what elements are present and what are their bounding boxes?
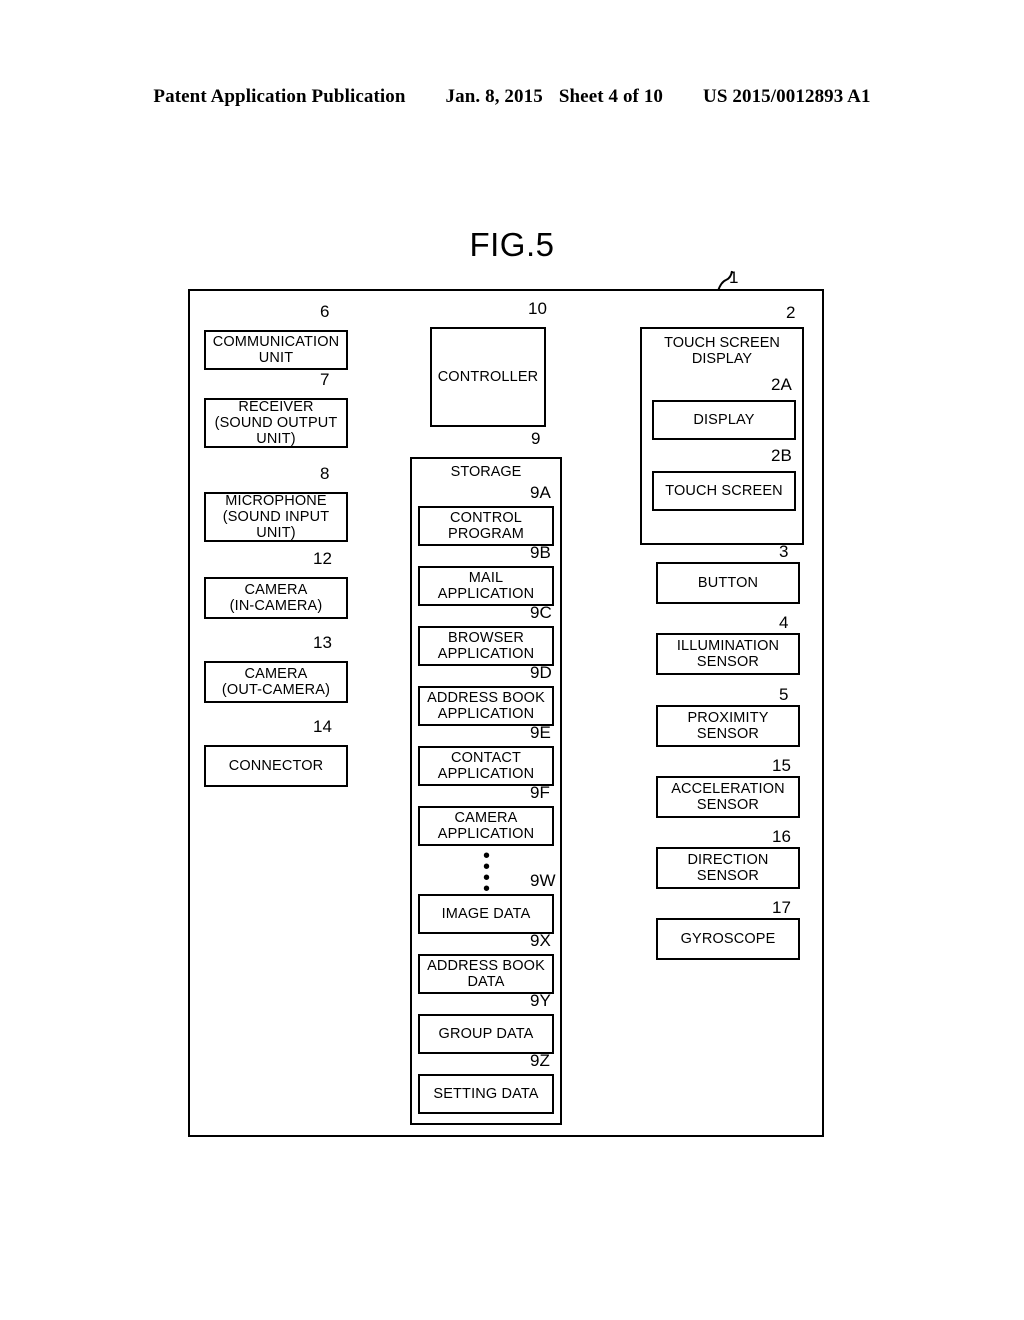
block-illumination-sensor: ILLUMINATION SENSOR xyxy=(656,633,800,675)
block-proximity-sensor: PROXIMITY SENSOR xyxy=(656,705,800,747)
block-label: BROWSER APPLICATION xyxy=(437,629,535,662)
ref-numeral-9x: 9X xyxy=(530,931,551,950)
block-direction-sensor: DIRECTION SENSOR xyxy=(656,847,800,889)
ref-numeral-15: 15 xyxy=(772,756,791,775)
ref-numeral-12: 12 xyxy=(313,549,332,568)
ref-numeral-3: 3 xyxy=(779,542,789,561)
ref-numeral-7: 7 xyxy=(320,370,330,389)
ref-numeral-2: 2 xyxy=(786,303,796,322)
ref-numeral-5: 5 xyxy=(779,685,789,704)
block-receiver: RECEIVER (SOUND OUTPUT UNIT) xyxy=(204,398,348,448)
block-label: ACCELERATION SENSOR xyxy=(671,780,785,813)
ref-numeral-9e: 9E xyxy=(530,723,551,742)
block-microphone: MICROPHONE (SOUND INPUT UNIT) xyxy=(204,492,348,542)
block-label: CONNECTOR xyxy=(228,757,324,774)
ref-numeral-2a: 2A xyxy=(771,375,792,394)
ref-numeral-9y: 9Y xyxy=(530,991,551,1010)
block-label: ADDRESS BOOK DATA xyxy=(427,957,545,990)
ref-numeral-9f: 9F xyxy=(530,783,550,802)
touch-screen-display-title: TOUCH SCREEN DISPLAY xyxy=(664,335,780,368)
block-label: IMAGE DATA xyxy=(441,905,531,922)
block-display: DISPLAY xyxy=(652,400,796,440)
block-label: GROUP DATA xyxy=(438,1025,534,1042)
storage-title: STORAGE xyxy=(450,464,522,480)
block-gyroscope: GYROSCOPE xyxy=(656,918,800,960)
block-label: ILLUMINATION SENSOR xyxy=(676,637,780,670)
block-connector: CONNECTOR xyxy=(204,745,348,787)
storage-item-setting-data: SETTING DATA xyxy=(418,1074,554,1114)
block-label: CAMERA (OUT-CAMERA) xyxy=(221,665,331,698)
block-label: GYROSCOPE xyxy=(680,930,776,947)
block-label: BUTTON xyxy=(697,574,759,591)
block-label: CAMERA (IN-CAMERA) xyxy=(229,581,323,614)
ref-numeral-9b: 9B xyxy=(530,543,551,562)
ref-numeral-9w: 9W xyxy=(530,871,556,890)
block-touch-screen: TOUCH SCREEN xyxy=(652,471,796,511)
block-label: COMMUNICATION UNIT xyxy=(212,333,340,366)
storage-item-address-book-application: ADDRESS BOOK APPLICATION xyxy=(418,686,554,726)
storage-item-address-book-data: ADDRESS BOOK DATA xyxy=(418,954,554,994)
ref-numeral-14: 14 xyxy=(313,717,332,736)
storage-item-group-data: GROUP DATA xyxy=(418,1014,554,1054)
block-label: TOUCH SCREEN xyxy=(665,482,783,499)
block-label: ADDRESS BOOK APPLICATION xyxy=(427,689,545,722)
block-acceleration-sensor: ACCELERATION SENSOR xyxy=(656,776,800,818)
storage-item-contact-application: CONTACT APPLICATION xyxy=(418,746,554,786)
block-label: MAIL APPLICATION xyxy=(437,569,535,602)
block-label: CONTROLLER xyxy=(437,368,539,385)
block-label: DISPLAY xyxy=(693,411,755,428)
ref-numeral-device: 1 xyxy=(729,268,739,287)
block-label: PROXIMITY SENSOR xyxy=(687,709,769,742)
ref-numeral-16: 16 xyxy=(772,827,791,846)
block-controller: CONTROLLER xyxy=(430,327,546,427)
ref-numeral-9: 9 xyxy=(531,429,541,448)
block-communication-unit: COMMUNICATION UNIT xyxy=(204,330,348,370)
ref-numeral-9a: 9A xyxy=(530,483,551,502)
block-label: RECEIVER (SOUND OUTPUT UNIT) xyxy=(214,398,338,448)
block-label: CONTACT APPLICATION xyxy=(437,749,535,782)
storage-ellipsis: • • • • xyxy=(483,845,491,900)
block-label: MICROPHONE (SOUND INPUT UNIT) xyxy=(222,492,330,542)
storage-item-image-data: IMAGE DATA xyxy=(418,894,554,934)
ref-numeral-9c: 9C xyxy=(530,603,552,622)
ref-numeral-6: 6 xyxy=(320,302,330,321)
ref-numeral-9z: 9Z xyxy=(530,1051,550,1070)
storage-item-mail-application: MAIL APPLICATION xyxy=(418,566,554,606)
block-label: CONTROL PROGRAM xyxy=(448,509,524,542)
ref-numeral-10: 10 xyxy=(528,299,547,318)
storage-item-camera-application: CAMERA APPLICATION xyxy=(418,806,554,846)
block-label: CAMERA APPLICATION xyxy=(437,809,535,842)
storage-item-browser-application: BROWSER APPLICATION xyxy=(418,626,554,666)
block-label: DIRECTION SENSOR xyxy=(687,851,769,884)
ref-numeral-8: 8 xyxy=(320,464,330,483)
storage-item-control-program: CONTROL PROGRAM xyxy=(418,506,554,546)
ref-numeral-17: 17 xyxy=(772,898,791,917)
block-button: BUTTON xyxy=(656,562,800,604)
block-camera-out: CAMERA (OUT-CAMERA) xyxy=(204,661,348,703)
ref-numeral-2b: 2B xyxy=(771,446,792,465)
ref-numeral-4: 4 xyxy=(779,613,789,632)
block-label: SETTING DATA xyxy=(433,1085,539,1102)
ref-numeral-13: 13 xyxy=(313,633,332,652)
ref-numeral-9d: 9D xyxy=(530,663,552,682)
block-camera-in: CAMERA (IN-CAMERA) xyxy=(204,577,348,619)
